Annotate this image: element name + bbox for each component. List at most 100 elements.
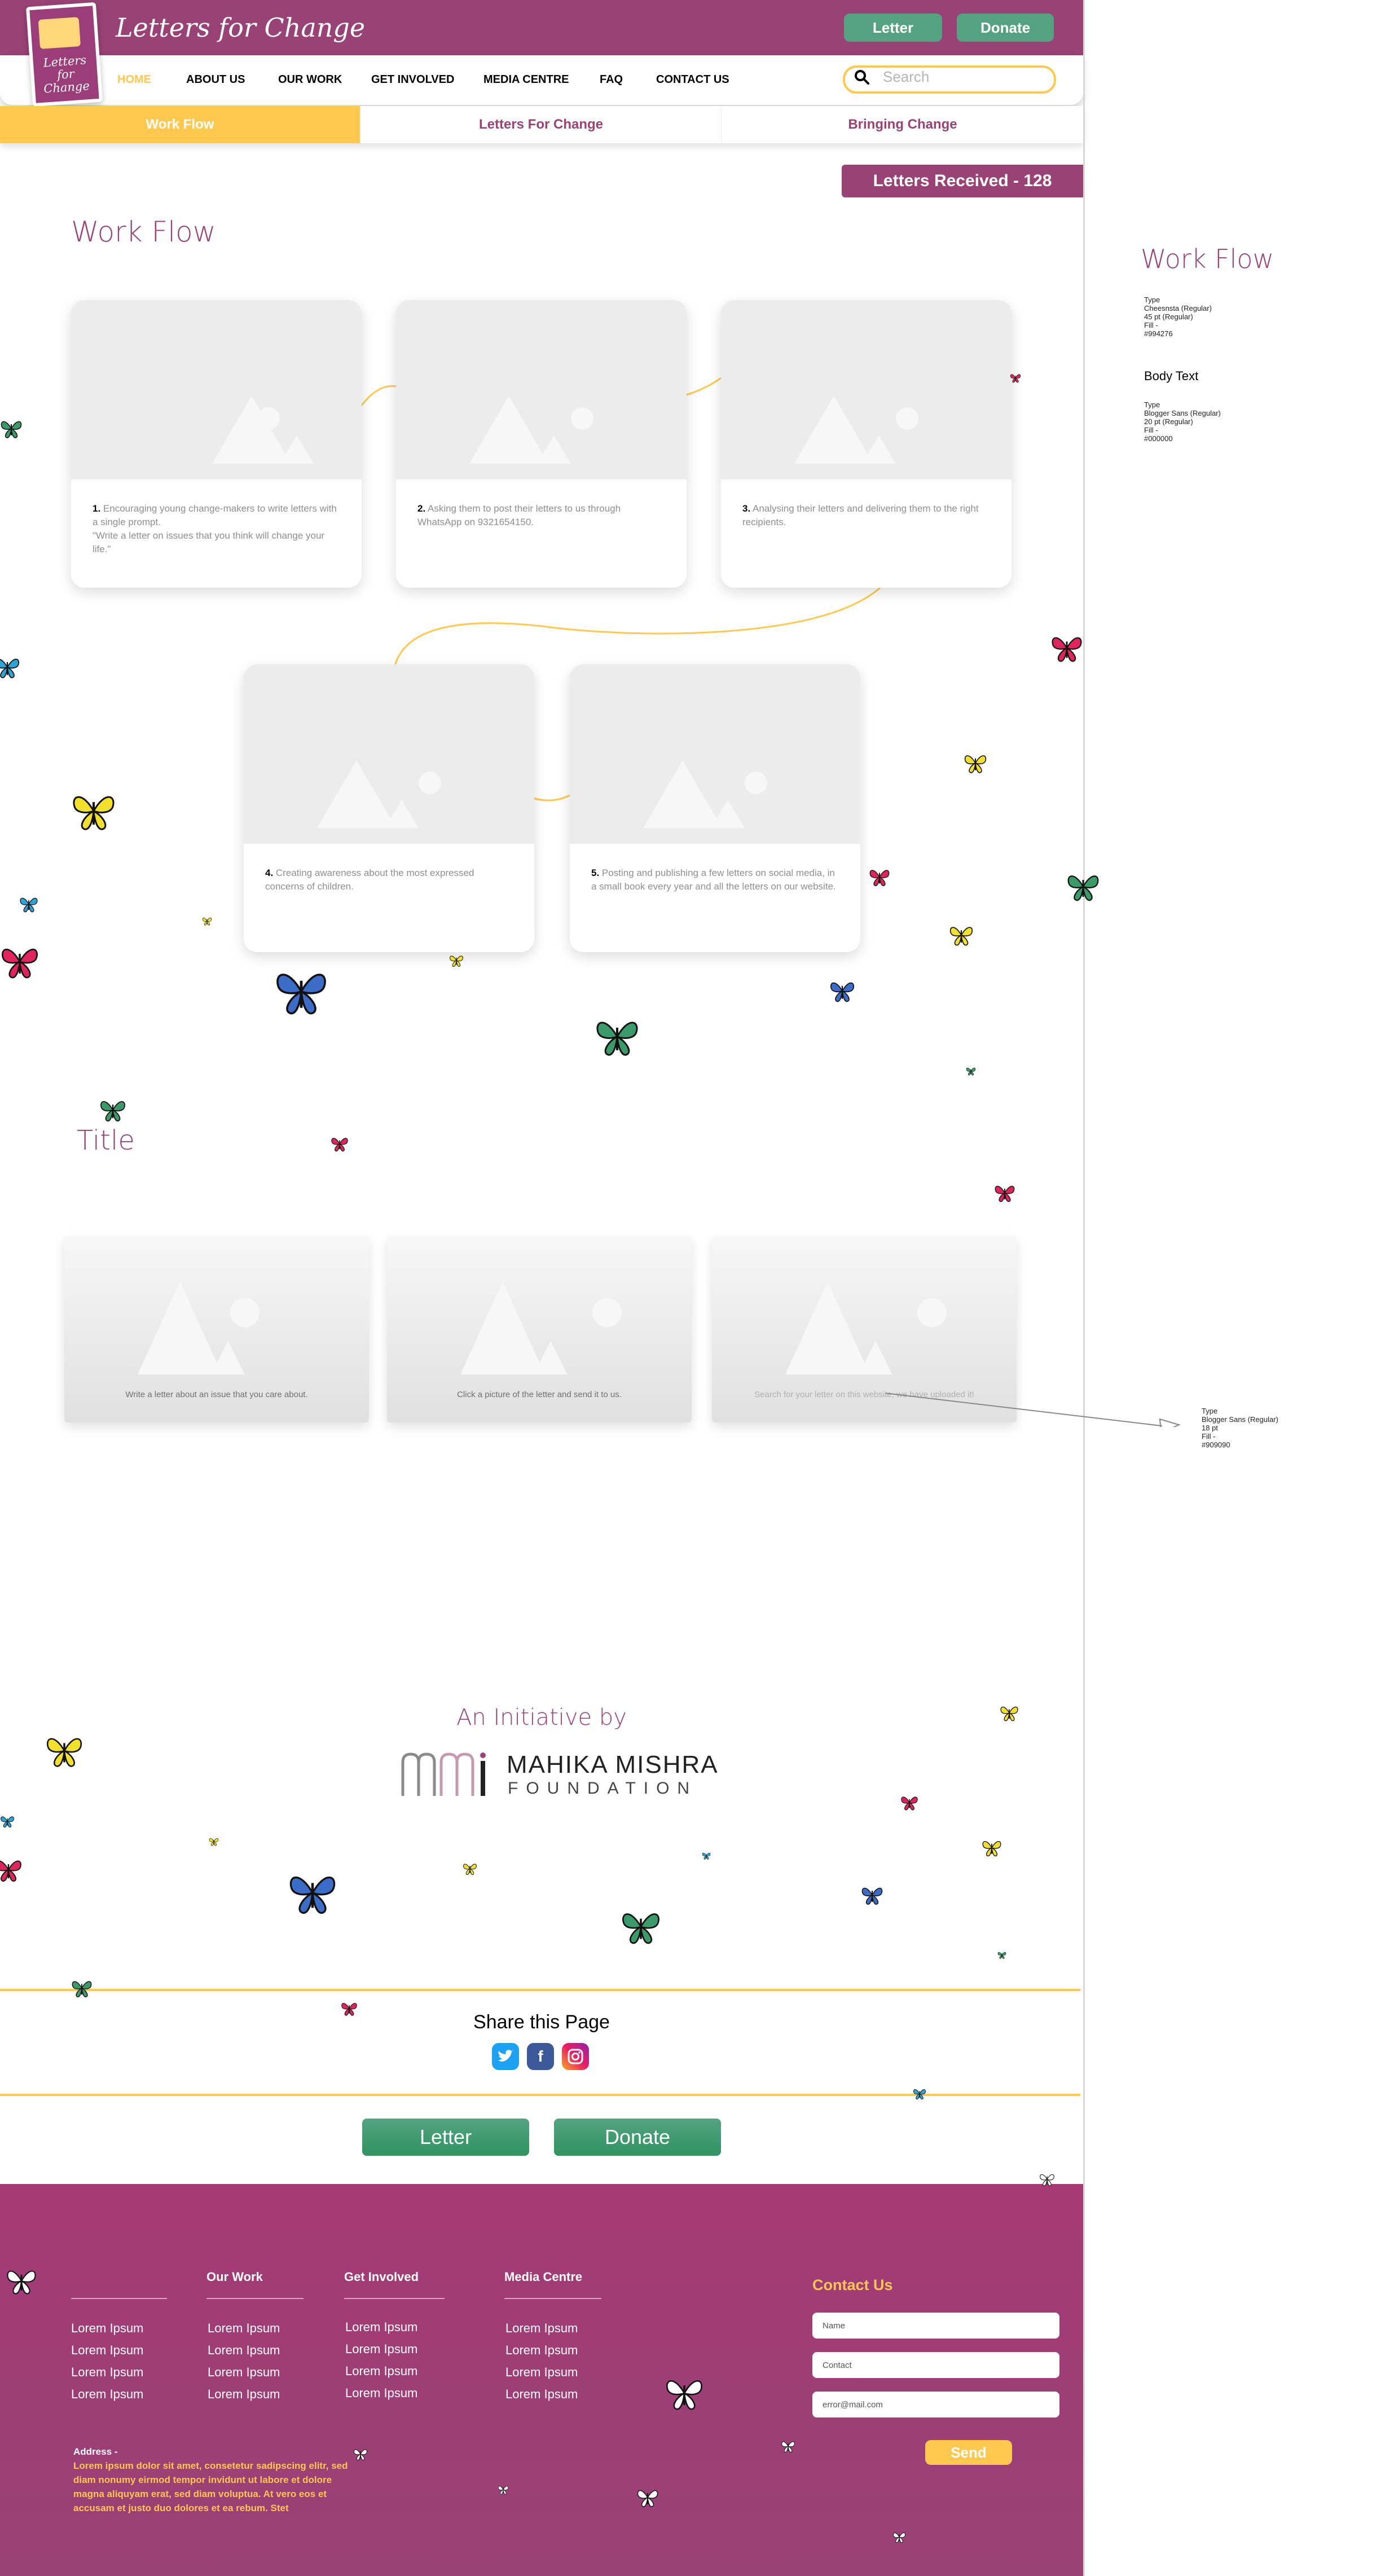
send-button[interactable]: Send (925, 2440, 1012, 2465)
spec-body-sample: Body Text (1144, 369, 1199, 383)
image-placeholder-icon (721, 300, 1012, 479)
step-text: Analysing their letters and delivering t… (742, 503, 979, 527)
footer-link[interactable]: Lorem Ipsum (345, 2360, 417, 2382)
footer-column: Lorem Ipsum Lorem Ipsum Lorem Ipsum Lore… (505, 2317, 578, 2405)
butterfly-icon (949, 927, 973, 946)
contact-field[interactable]: Contact (812, 2352, 1059, 2378)
butterfly-icon (901, 1796, 918, 1811)
spec-body-details: Type Blogger Sans (Regular) 20 pt (Regul… (1144, 400, 1221, 443)
spec-heading-details: Type Cheesnsta (Regular) 45 pt (Regular)… (1144, 296, 1212, 338)
foundation-name: MAHIKA MISHRA (507, 1751, 719, 1778)
footer-heading-media-centre: Media Centre (504, 2270, 583, 2284)
step-number: 5. (591, 868, 600, 878)
footer-link[interactable]: Lorem Ipsum (505, 2383, 578, 2405)
features-title: Title (77, 1125, 135, 1156)
image-placeholder-icon (71, 300, 362, 479)
butterfly-icon (702, 1852, 711, 1860)
facebook-icon[interactable]: f (527, 2043, 554, 2070)
footer-link[interactable]: Lorem Ipsum (208, 2361, 280, 2383)
footer-link[interactable]: Lorem Ipsum (208, 2317, 280, 2339)
image-placeholder-icon (396, 300, 687, 479)
footer-link[interactable]: Lorem Ipsum (345, 2382, 417, 2404)
spec-heading-sample: Work Flow (1141, 244, 1274, 274)
twitter-icon[interactable] (492, 2043, 519, 2070)
butterfly-icon (202, 918, 212, 926)
footer-link[interactable]: Lorem Ipsum (505, 2339, 578, 2361)
workflow-card: 2. Asking them to post their letters to … (396, 300, 687, 588)
foundation-logo-icon (401, 1752, 486, 1796)
butterfly-icon (341, 2003, 357, 2016)
contact-heading: Contact Us (812, 2276, 893, 2293)
instagram-icon[interactable] (562, 2043, 589, 2070)
butterfly-icon (450, 955, 463, 967)
butterfly-icon (869, 870, 890, 886)
initiative-title: An Initiative by (456, 1705, 627, 1730)
address-text: Lorem ipsum dolor sit amet, consetetur s… (73, 2460, 348, 2513)
workflow-card: 3. Analysing their letters and deliverin… (721, 300, 1012, 588)
butterfly-icon (0, 658, 20, 679)
workflow-card: 5. Posting and publishing a few letters … (570, 664, 860, 952)
butterfly-icon (73, 796, 115, 830)
step-number: 2. (417, 503, 426, 514)
step-number: 4. (265, 868, 274, 878)
footer-link[interactable]: Lorem Ipsum (208, 2383, 280, 2405)
feature-caption: Write a letter about an issue that you c… (125, 1390, 308, 1399)
footer-link[interactable]: Lorem Ipsum (71, 2361, 143, 2383)
butterfly-icon (1, 1816, 14, 1828)
butterfly-icon (596, 1021, 638, 1056)
butterfly-icon (637, 2490, 658, 2507)
image-placeholder-icon (785, 1282, 947, 1375)
butterfly-icon (0, 1860, 21, 1882)
butterfly-icon (289, 1876, 336, 1914)
cta-donate-button[interactable]: Donate (554, 2119, 721, 2156)
footer-heading-rule (71, 2298, 167, 2299)
address-label: Address - (73, 2446, 118, 2457)
butterfly-icon (463, 1864, 477, 1875)
footer-link[interactable]: Lorem Ipsum (345, 2316, 417, 2338)
butterfly-icon (893, 2533, 905, 2543)
workflow-card: 1. Encouraging young change-makers to wr… (71, 300, 362, 588)
spec-caption-details: Type Blogger Sans (Regular) 18 pt Fill -… (1202, 1407, 1278, 1449)
footer-link[interactable]: Lorem Ipsum (505, 2361, 578, 2383)
footer-link[interactable]: Lorem Ipsum (71, 2339, 143, 2361)
butterfly-icon (1000, 1706, 1018, 1721)
butterfly-icon (982, 1841, 1001, 1857)
footer-link[interactable]: Lorem Ipsum (208, 2339, 280, 2361)
butterfly-icon (100, 1101, 125, 1122)
butterfly-icon (666, 2380, 702, 2410)
email-field[interactable]: error@mail.com (812, 2392, 1059, 2418)
butterfly-icon (861, 1887, 883, 1905)
butterfly-icon (622, 1913, 659, 1944)
footer-heading-rule (504, 2298, 601, 2299)
name-field[interactable]: Name (812, 2313, 1059, 2339)
footer-link[interactable]: Lorem Ipsum (71, 2383, 143, 2405)
cta-letter-button[interactable]: Letter (362, 2119, 529, 2156)
butterfly-icon (964, 755, 987, 773)
feature-caption: Click a picture of the letter and send i… (457, 1390, 622, 1399)
image-placeholder-icon (570, 664, 860, 844)
step-text: Creating awareness about the most expres… (265, 868, 474, 892)
step-text: Encouraging young change-makers to write… (93, 503, 337, 554)
butterfly-icon (997, 1952, 1006, 1959)
butterfly-icon (1052, 637, 1082, 662)
image-placeholder-icon (138, 1282, 260, 1375)
butterfly-icon (1010, 374, 1021, 383)
feature-card: Click a picture of the letter and send i… (387, 1236, 692, 1423)
butterfly-icon (46, 1738, 82, 1767)
butterfly-icon (1040, 2174, 1054, 2186)
footer-link[interactable]: Lorem Ipsum (505, 2317, 578, 2339)
workflow-card: 4. Creating awareness about the most exp… (244, 664, 534, 952)
footer-link[interactable]: Lorem Ipsum (345, 2338, 417, 2360)
step-number: 3. (742, 503, 751, 514)
footer-column: Lorem Ipsum Lorem Ipsum Lorem Ipsum Lore… (71, 2317, 143, 2405)
butterfly-icon (276, 974, 326, 1015)
step-text: Asking them to post their letters to us … (417, 503, 621, 527)
butterfly-icon (966, 1068, 976, 1076)
butterfly-icon (354, 2449, 367, 2460)
artboard-edge (1083, 0, 1085, 2576)
footer-link[interactable]: Lorem Ipsum (71, 2317, 143, 2339)
butterfly-icon (830, 982, 855, 1002)
divider (0, 1989, 1080, 1991)
foundation-subtitle: FOUNDATION (508, 1779, 698, 1798)
spec-pointer-arrow (885, 1393, 1181, 1427)
